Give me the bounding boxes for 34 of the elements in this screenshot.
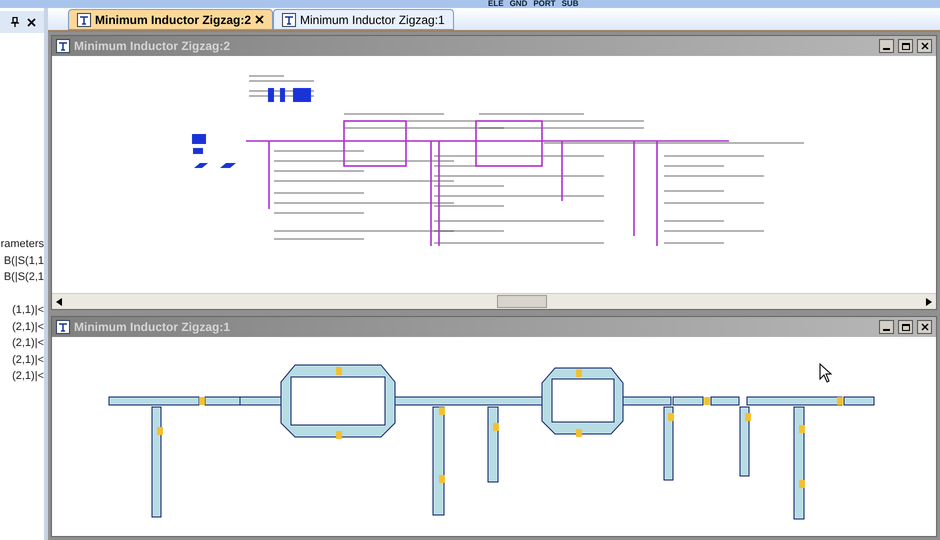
- close-button[interactable]: [917, 320, 932, 334]
- schematic-icon: [77, 12, 91, 26]
- maximize-button[interactable]: [898, 320, 913, 334]
- schematic-icon: [282, 12, 296, 26]
- panel-text: (1,1)|<: [12, 303, 44, 318]
- toolbar-button[interactable]: SUB: [562, 0, 578, 8]
- document-tab[interactable]: Minimum Inductor Zigzag:1: [273, 9, 454, 30]
- schematic-icon: [56, 320, 70, 334]
- close-icon[interactable]: [255, 15, 264, 24]
- toolbar-button[interactable]: GND: [510, 0, 528, 8]
- panel-text: B(|S(2,1: [4, 270, 44, 285]
- window-title: Minimum Inductor Zigzag:2: [74, 38, 230, 55]
- window-title: Minimum Inductor Zigzag:1: [74, 319, 230, 336]
- panel-text: (2,1)|<: [12, 369, 44, 384]
- pin-icon[interactable]: [11, 17, 19, 27]
- toolbar-button[interactable]: ELE: [488, 0, 504, 8]
- panel-text: B(|S(1,1: [4, 254, 44, 268]
- panel-text: rameters: [0, 237, 44, 252]
- panel-text: (2,1)|<: [12, 320, 44, 334]
- document-tab[interactable]: Minimum Inductor Zigzag:2: [68, 9, 273, 30]
- minimize-button[interactable]: [879, 320, 894, 334]
- close-icon: [920, 42, 928, 50]
- close-button[interactable]: [917, 39, 932, 53]
- panel-text: (2,1)|<: [12, 336, 44, 351]
- panel-text: (2,1)|<: [12, 352, 44, 368]
- schematic-icon: [56, 39, 70, 53]
- close-icon[interactable]: [27, 18, 36, 26]
- maximize-button[interactable]: [898, 39, 913, 53]
- cursor-icon: [819, 363, 833, 383]
- scrollbar-thumb[interactable]: [497, 295, 547, 308]
- toolbar-button[interactable]: PORT: [533, 0, 556, 8]
- horizontal-scrollbar[interactable]: [52, 293, 936, 309]
- close-icon: [920, 323, 928, 331]
- minimize-button[interactable]: [879, 39, 894, 53]
